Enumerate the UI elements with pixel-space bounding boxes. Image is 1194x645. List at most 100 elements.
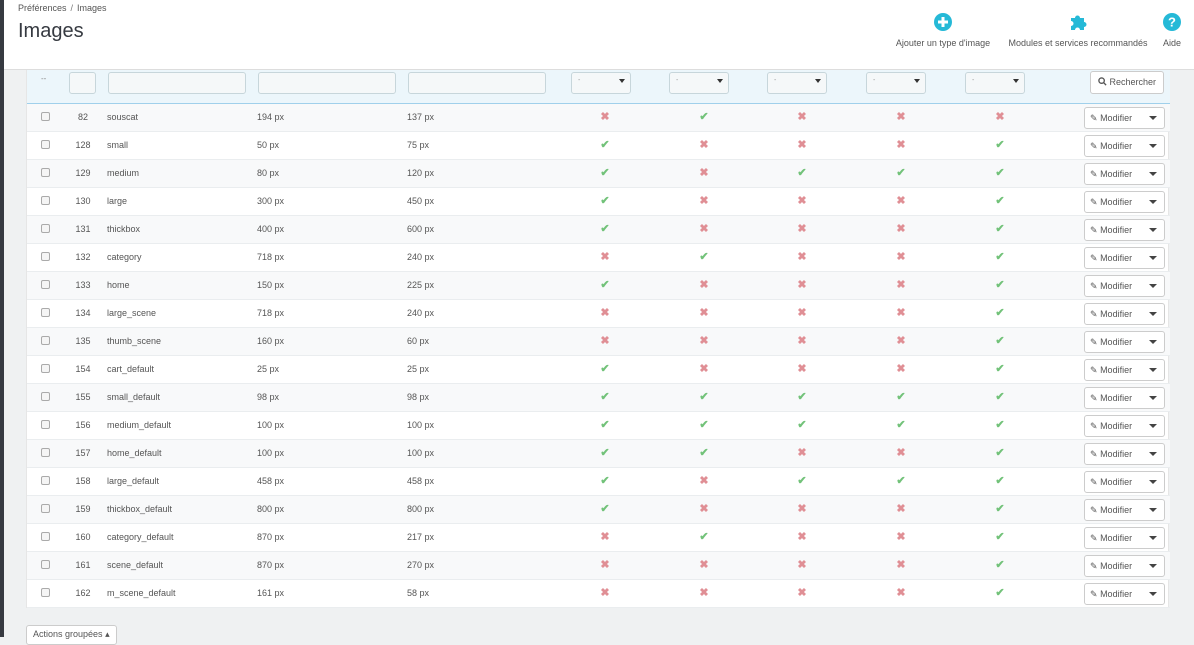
cross-icon-categories[interactable]: ✖ [698,167,710,179]
cross-icon-suppliers[interactable]: ✖ [895,559,907,571]
name-filter-input[interactable] [108,72,246,94]
check-icon-categories[interactable]: ✔ [698,531,710,543]
cross-icon-manufacturers[interactable]: ✖ [796,335,808,347]
manufacturers-filter-select[interactable]: - [767,72,827,94]
row-actions-dropdown[interactable] [1142,416,1164,436]
modify-button[interactable]: ✎ Modifier [1090,141,1132,152]
cross-icon-manufacturers[interactable]: ✖ [796,139,808,151]
row-actions-dropdown[interactable] [1142,248,1164,268]
cross-icon-suppliers[interactable]: ✖ [895,447,907,459]
modify-button[interactable]: ✎ Modifier [1090,449,1132,460]
cross-icon-categories[interactable]: ✖ [698,223,710,235]
check-icon-stores[interactable]: ✔ [994,503,1006,515]
cross-icon-categories[interactable]: ✖ [698,363,710,375]
cross-icon-products[interactable]: ✖ [599,559,611,571]
check-icon-products[interactable]: ✔ [599,195,611,207]
cross-icon-manufacturers[interactable]: ✖ [796,503,808,515]
cross-icon-manufacturers[interactable]: ✖ [796,223,808,235]
row-actions-dropdown[interactable] [1142,136,1164,156]
height-filter-input[interactable] [408,72,546,94]
modify-button[interactable]: ✎ Modifier [1090,477,1132,488]
cross-icon-suppliers[interactable]: ✖ [895,307,907,319]
cross-icon-manufacturers[interactable]: ✖ [796,531,808,543]
cross-icon-manufacturers[interactable]: ✖ [796,111,808,123]
cross-icon-categories[interactable]: ✖ [698,195,710,207]
check-icon-categories[interactable]: ✔ [698,111,710,123]
check-icon-categories[interactable]: ✔ [698,391,710,403]
row-actions-dropdown[interactable] [1142,556,1164,576]
row-checkbox[interactable] [41,448,50,457]
id-filter-input[interactable] [69,72,96,94]
row-checkbox[interactable] [41,560,50,569]
cross-icon-categories[interactable]: ✖ [698,279,710,291]
cross-icon-categories[interactable]: ✖ [698,587,710,599]
help-button[interactable]: ? Aide [1157,12,1187,48]
row-checkbox[interactable] [41,224,50,233]
check-icon-products[interactable]: ✔ [599,363,611,375]
cross-icon-categories[interactable]: ✖ [698,307,710,319]
add-image-type-button[interactable]: Ajouter un type d'image [888,12,998,48]
modify-button[interactable]: ✎ Modifier [1090,505,1132,516]
cross-icon-suppliers[interactable]: ✖ [895,587,907,599]
row-checkbox[interactable] [41,504,50,513]
check-icon-manufacturers[interactable]: ✔ [796,475,808,487]
cross-icon-suppliers[interactable]: ✖ [895,251,907,263]
cross-icon-products[interactable]: ✖ [599,587,611,599]
check-icon-products[interactable]: ✔ [599,223,611,235]
row-checkbox[interactable] [41,532,50,541]
cross-icon-suppliers[interactable]: ✖ [895,111,907,123]
cross-icon-manufacturers[interactable]: ✖ [796,307,808,319]
row-actions-dropdown[interactable] [1142,584,1164,604]
check-icon-stores[interactable]: ✔ [994,139,1006,151]
check-icon-stores[interactable]: ✔ [994,559,1006,571]
check-icon-stores[interactable]: ✔ [994,307,1006,319]
check-icon-products[interactable]: ✔ [599,447,611,459]
row-checkbox[interactable] [41,420,50,429]
cross-icon-products[interactable]: ✖ [599,531,611,543]
check-icon-stores[interactable]: ✔ [994,391,1006,403]
check-icon-products[interactable]: ✔ [599,139,611,151]
row-actions-dropdown[interactable] [1142,528,1164,548]
cross-icon-categories[interactable]: ✖ [698,475,710,487]
check-icon-products[interactable]: ✔ [599,503,611,515]
cross-icon-categories[interactable]: ✖ [698,139,710,151]
check-icon-suppliers[interactable]: ✔ [895,391,907,403]
check-icon-stores[interactable]: ✔ [994,251,1006,263]
row-actions-dropdown[interactable] [1142,108,1164,128]
cross-icon-manufacturers[interactable]: ✖ [796,587,808,599]
cross-icon-suppliers[interactable]: ✖ [895,195,907,207]
check-icon-stores[interactable]: ✔ [994,195,1006,207]
modify-button[interactable]: ✎ Modifier [1090,421,1132,432]
check-icon-manufacturers[interactable]: ✔ [796,419,808,431]
cross-icon-products[interactable]: ✖ [599,111,611,123]
row-checkbox[interactable] [41,280,50,289]
cross-icon-manufacturers[interactable]: ✖ [796,251,808,263]
modify-button[interactable]: ✎ Modifier [1090,337,1132,348]
suppliers-filter-select[interactable]: - [866,72,926,94]
stores-filter-select[interactable]: - [965,72,1025,94]
modify-button[interactable]: ✎ Modifier [1090,113,1132,124]
cross-icon-products[interactable]: ✖ [599,335,611,347]
row-actions-dropdown[interactable] [1142,472,1164,492]
check-icon-stores[interactable]: ✔ [994,531,1006,543]
modify-button[interactable]: ✎ Modifier [1090,393,1132,404]
cross-icon-manufacturers[interactable]: ✖ [796,195,808,207]
check-icon-suppliers[interactable]: ✔ [895,419,907,431]
bulk-actions-button[interactable]: Actions groupées ▴ [26,625,117,645]
row-actions-dropdown[interactable] [1142,276,1164,296]
cross-icon-manufacturers[interactable]: ✖ [796,559,808,571]
modify-button[interactable]: ✎ Modifier [1090,225,1132,236]
cross-icon-suppliers[interactable]: ✖ [895,139,907,151]
cross-icon-products[interactable]: ✖ [599,251,611,263]
modify-button[interactable]: ✎ Modifier [1090,253,1132,264]
check-icon-stores[interactable]: ✔ [994,475,1006,487]
select-all-placeholder[interactable]: -- [41,74,46,83]
cross-icon-suppliers[interactable]: ✖ [895,335,907,347]
row-actions-dropdown[interactable] [1142,304,1164,324]
cross-icon-manufacturers[interactable]: ✖ [796,279,808,291]
modify-button[interactable]: ✎ Modifier [1090,281,1132,292]
row-actions-dropdown[interactable] [1142,500,1164,520]
modify-button[interactable]: ✎ Modifier [1090,533,1132,544]
row-checkbox[interactable] [41,168,50,177]
check-icon-products[interactable]: ✔ [599,279,611,291]
